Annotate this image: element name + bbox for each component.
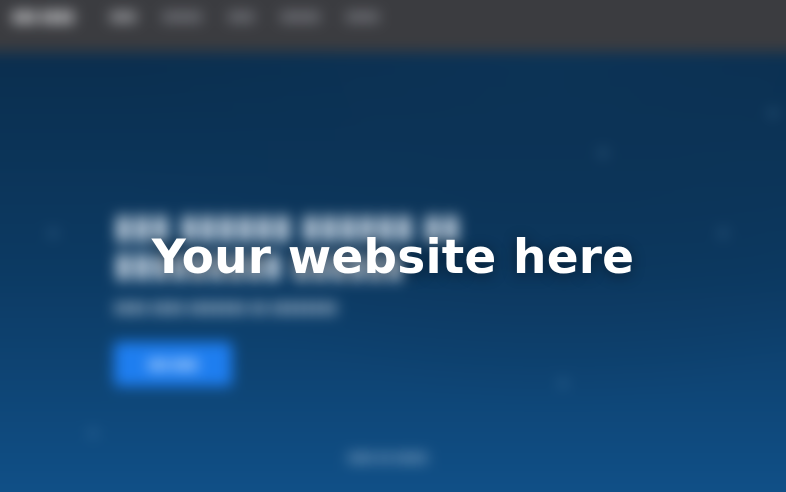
blurred-nav-item: ▮▮▮▮▮▮ xyxy=(162,9,202,23)
star-dot xyxy=(770,110,776,116)
star-dot xyxy=(90,430,96,436)
blurred-footer-link: ▮▮▮▮ ▮▮ ▮▮▮▮▮ xyxy=(348,450,428,464)
blurred-top-navigation: ▮▮▮ ▮▮▮▮ ▮▮▮▮ ▮▮▮▮▮▮ ▮▮▮▮ ▮▮▮▮▮▮ ▮▮▮▮▮ xyxy=(0,0,786,52)
blurred-hero-subtitle: ▮▮▮▮ ▮▮▮▮ ▮▮▮▮▮▮▮ ▮▮ ▮▮▮▮▮▮▮▮ xyxy=(114,299,338,316)
blurred-website-background: ▮▮▮ ▮▮▮▮ ▮▮▮▮ ▮▮▮▮▮▮ ▮▮▮▮ ▮▮▮▮▮▮ ▮▮▮▮▮ ▮… xyxy=(0,0,786,492)
blurred-nav-item: ▮▮▮▮▮ xyxy=(346,9,380,23)
blurred-hero-section: ▮▮▮ ▮▮▮▮▮▮ ▮▮▮▮▮▮ ▮▮ ▮▮▮▮▮▮▮▮▮ ▮▮▮▮▮▮ ▮▮▮… xyxy=(114,208,534,386)
website-preview: ▮▮▮ ▮▮▮▮ ▮▮▮▮ ▮▮▮▮▮▮ ▮▮▮▮ ▮▮▮▮▮▮ ▮▮▮▮▮ ▮… xyxy=(0,0,786,492)
star-dot xyxy=(600,150,606,156)
blurred-nav-item: ▮▮▮▮ xyxy=(228,9,255,23)
blurred-hero-button: ▮▮▮ ▮▮▮▮ xyxy=(114,342,232,386)
star-dot xyxy=(720,230,726,236)
blurred-brand-logo: ▮▮▮ ▮▮▮▮ xyxy=(12,8,74,25)
blurred-hero-title: ▮▮▮ ▮▮▮▮▮▮ ▮▮▮▮▮▮ ▮▮ ▮▮▮▮▮▮▮▮▮ ▮▮▮▮▮▮ xyxy=(114,208,461,284)
star-dot xyxy=(50,230,56,236)
star-dot xyxy=(560,380,566,386)
blurred-nav-item: ▮▮▮▮▮▮ xyxy=(280,9,321,23)
blurred-nav-item: ▮▮▮▮ xyxy=(109,9,137,23)
